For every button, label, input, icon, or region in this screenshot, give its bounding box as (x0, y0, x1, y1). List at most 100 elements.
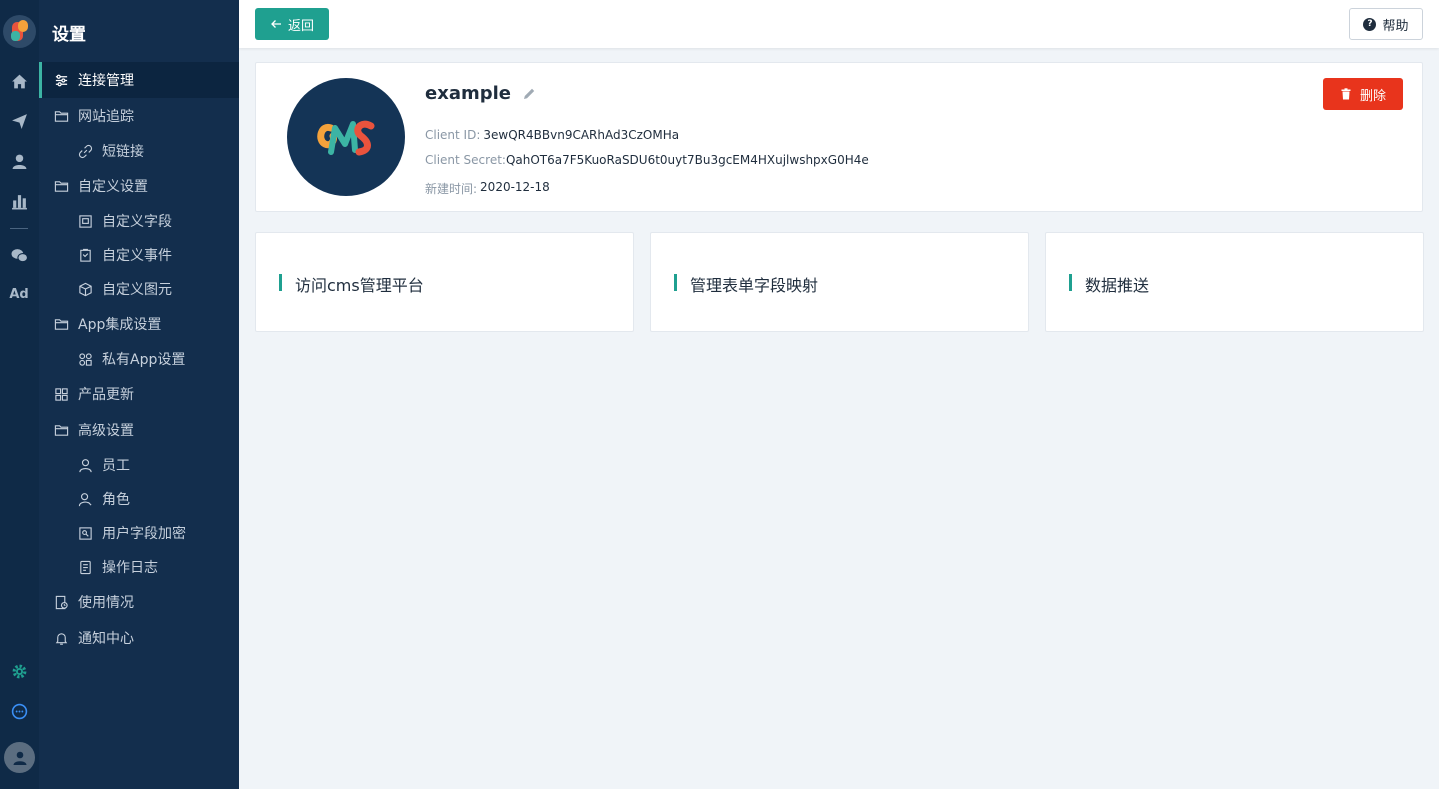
folder-icon (53, 422, 69, 438)
client-secret-value: QahOT6a7F5KuoRaSDU6t0uyt7Bu3gcEM4HXujlws… (505, 153, 869, 167)
app-name-text: example (425, 83, 511, 104)
sidebar-item[interactable]: 使用情况 (39, 584, 239, 620)
sidebar-item-label: 连接管理 (78, 73, 134, 89)
sidebar-item[interactable]: 网站追踪 (39, 98, 239, 134)
delete-button[interactable]: 删除 (1323, 78, 1403, 110)
folder-icon (53, 108, 69, 124)
icon-rail: Ad (0, 0, 39, 789)
action-card-field-mapping[interactable]: 管理表单字段映射 (650, 232, 1029, 332)
ad-icon[interactable]: Ad (9, 287, 29, 303)
sidebar-item-label: 自定义图元 (102, 282, 172, 298)
connection-info-card: cms example Client ID: 3ewQR4BBvn9CARhAd… (255, 62, 1423, 212)
sidebar-item-label: App集成设置 (78, 317, 162, 333)
settings-menu: 连接管理网站追踪短链接自定义设置自定义字段自定义事件自定义图元 App集成设置私有… (39, 62, 239, 656)
bar-chart-icon[interactable] (9, 191, 29, 211)
sidebar-item[interactable]: 操作日志 (39, 550, 239, 584)
app-logo-icon[interactable] (3, 15, 36, 48)
folder-icon (53, 178, 69, 194)
sidebar-title: 设置 (52, 25, 86, 45)
sidebar-item-label: 产品更新 (78, 387, 134, 403)
sidebar-item[interactable]: 自定义字段 (39, 204, 239, 238)
top-bar: 返回 ? 帮助 (239, 0, 1439, 48)
sidebar-item-label: 高级设置 (78, 423, 134, 439)
sidebar-item[interactable]: 用户字段加密 (39, 516, 239, 550)
created-time-label: 新建时间: (425, 182, 478, 196)
clipboard-icon (77, 247, 93, 263)
user-icon (77, 457, 93, 473)
folder-icon (53, 316, 69, 332)
sidebar-item[interactable]: 自定义事件 (39, 238, 239, 272)
avatar-person-icon (13, 751, 26, 765)
bell-icon (53, 630, 69, 646)
client-id-field: Client ID: 3ewQR4BBvn9CARhAd3CzOMHa (425, 128, 679, 142)
edit-pencil-icon[interactable] (521, 86, 537, 102)
sidebar-item-label: 用户字段加密 (102, 526, 186, 542)
field-icon (77, 213, 93, 229)
card-accent-bar (1069, 274, 1072, 291)
action-card-data-push[interactable]: 数据推送 (1045, 232, 1424, 332)
client-secret-label: Client Secret: (425, 153, 506, 167)
action-card-cms-platform[interactable]: 访问cms管理平台 (255, 232, 634, 332)
sidebar-item[interactable]: 短链接 (39, 134, 239, 168)
client-secret-field: Client Secret: QahOT6a7F5KuoRaSDU6t0uyt7… (425, 153, 869, 167)
sidebar-item-label: 使用情况 (78, 595, 134, 611)
sidebar-item[interactable]: 员工 (39, 448, 239, 482)
log-icon (77, 559, 93, 575)
sidebar-item-label: 员工 (102, 458, 130, 474)
chat-icon[interactable] (9, 701, 29, 721)
grid-icon (53, 386, 69, 402)
sidebar-item[interactable]: App集成设置 (39, 306, 239, 342)
user-icon[interactable] (9, 151, 29, 171)
question-icon: ? (1363, 17, 1377, 31)
sidebar-item[interactable]: 私有App设置 (39, 342, 239, 376)
sidebar-item[interactable]: 高级设置 (39, 412, 239, 448)
card-accent-bar (279, 274, 282, 291)
created-time-value: 2020-12-18 (480, 180, 550, 194)
sidebar-item[interactable]: 自定义图元 (39, 272, 239, 306)
sidebar-item[interactable]: 产品更新 (39, 376, 239, 412)
trash-icon (1341, 88, 1351, 100)
back-button-label: 返回 (287, 18, 314, 34)
sidebar-item-label: 自定义事件 (102, 248, 172, 264)
home-icon[interactable] (9, 71, 29, 91)
sidebar-item-label: 自定义设置 (78, 179, 148, 195)
sidebar-item-label: 通知中心 (78, 631, 134, 647)
encrypt-icon (77, 525, 93, 541)
settings-sidebar: 设置 连接管理网站追踪短链接自定义设置自定义字段自定义事件自定义图元 App集成设… (39, 0, 239, 789)
help-button[interactable]: ? 帮助 (1349, 8, 1423, 40)
sidebar-item-label: 私有App设置 (102, 352, 186, 368)
action-card-label: 管理表单字段映射 (690, 276, 819, 295)
client-id-label: Client ID: (425, 128, 481, 142)
action-card-label: 访问cms管理平台 (295, 276, 424, 295)
card-accent-bar (674, 274, 677, 291)
settings-gear-icon[interactable] (9, 661, 29, 681)
sidebar-item[interactable]: 角色 (39, 482, 239, 516)
help-button-label: 帮助 (1382, 18, 1409, 34)
client-id-value: 3ewQR4BBvn9CARhAd3CzOMHa (483, 128, 680, 142)
cube-icon (77, 281, 93, 297)
sidebar-item-label: 短链接 (102, 144, 144, 160)
sidebar-item[interactable]: 连接管理 (39, 62, 239, 98)
back-button[interactable]: 返回 (255, 8, 329, 40)
sidebar-item[interactable]: 通知中心 (39, 620, 239, 656)
action-card-label: 数据推送 (1085, 276, 1150, 295)
app-avatar: cms (287, 78, 405, 196)
sidebar-item-label: 自定义字段 (102, 214, 172, 230)
delete-button-label: 删除 (1359, 88, 1386, 104)
sidebar-item-label: 操作日志 (102, 560, 158, 576)
sidebar-item-label: 网站追踪 (78, 109, 134, 125)
link-icon (77, 143, 93, 159)
wechat-icon[interactable] (9, 245, 29, 265)
app-name: example (425, 83, 537, 104)
send-icon[interactable] (9, 111, 29, 131)
apps-icon (77, 351, 93, 367)
sidebar-item-label: 角色 (102, 492, 130, 508)
arrow-left-icon (271, 20, 281, 28)
cms-logo-icon: cms (317, 120, 375, 156)
user-role-icon (77, 491, 93, 507)
created-time-field: 新建时间: 2020-12-18 (425, 180, 550, 197)
usage-icon (53, 594, 69, 610)
sidebar-item[interactable]: 自定义设置 (39, 168, 239, 204)
user-avatar[interactable] (4, 742, 35, 773)
rail-divider (10, 228, 28, 229)
